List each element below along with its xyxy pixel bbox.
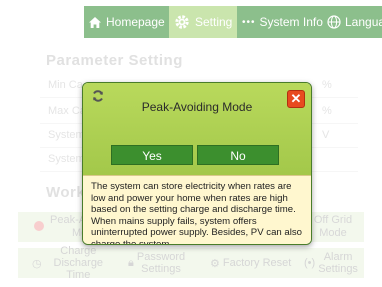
close-icon: ✕ xyxy=(290,91,302,106)
dialog-description: The system can store electricity when ra… xyxy=(83,175,311,244)
close-button[interactable]: ✕ xyxy=(287,90,305,108)
dialog-header: Peak-Avoiding Mode ✕ Yes No xyxy=(83,83,311,175)
no-button[interactable]: No xyxy=(197,145,279,165)
yes-button[interactable]: Yes xyxy=(111,145,193,165)
peak-avoiding-mode-dialog: Peak-Avoiding Mode ✕ Yes No The system c… xyxy=(82,82,312,245)
dialog-title: Peak-Avoiding Mode xyxy=(141,100,253,114)
